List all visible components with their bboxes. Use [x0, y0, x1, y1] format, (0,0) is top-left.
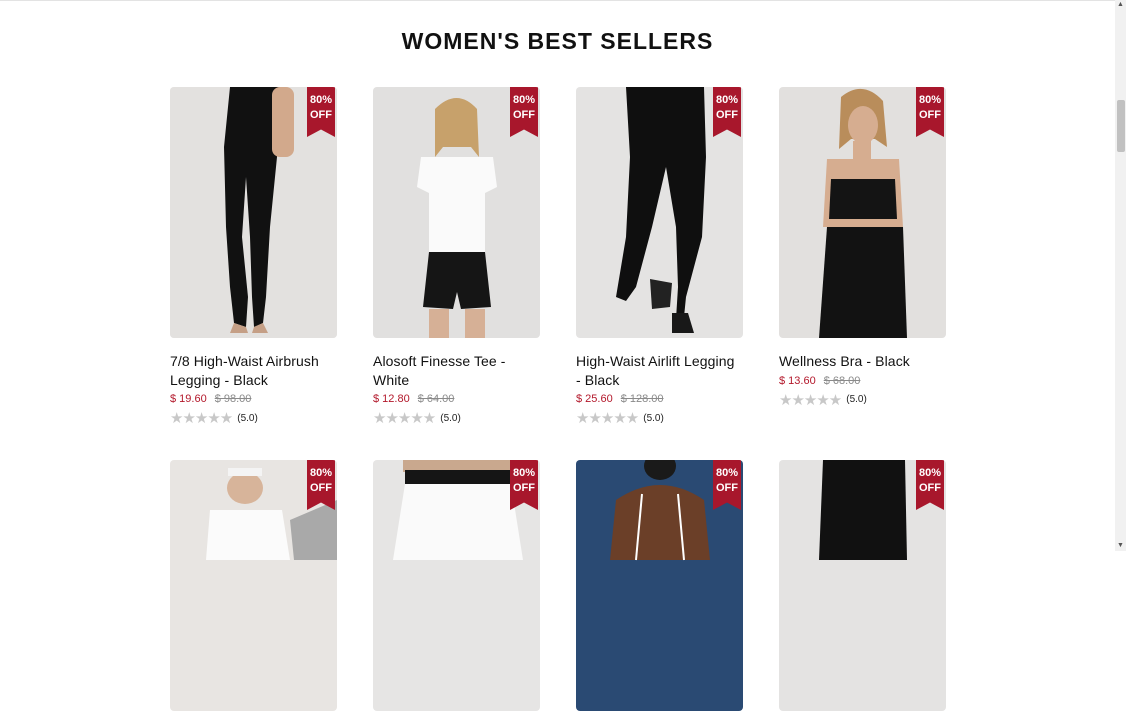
product-image[interactable]: 80% OFF [779, 87, 946, 338]
product-image[interactable]: 80% OFF [170, 460, 337, 711]
product-name[interactable]: Wellness Bra - Black [779, 352, 946, 371]
product-card[interactable]: 80% OFF [170, 460, 337, 711]
product-card[interactable]: 80% OFF [779, 460, 946, 711]
rating: ★★★★★ (5.0) [576, 410, 664, 427]
product-name[interactable]: High-Waist Airlift Legging - Black [576, 352, 743, 389]
product-card[interactable]: 80% OFF [373, 460, 540, 711]
top-divider [0, 0, 1115, 1]
product-image[interactable]: 80% OFF [576, 87, 743, 338]
product-card[interactable]: 80% OFF Alosoft Finesse Tee - White $ 12.… [373, 87, 540, 427]
original-price: $ 98.00 [214, 393, 252, 405]
arrow-up-icon[interactable]: ▲ [1115, 0, 1126, 10]
discount-badge: 80% OFF [307, 87, 335, 137]
rating: ★★★★★ (5.0) [170, 410, 258, 427]
sale-price: $ 25.60 [576, 393, 613, 405]
discount-badge: 80% OFF [916, 87, 944, 137]
scrollbar-thumb[interactable] [1117, 100, 1125, 152]
product-image[interactable]: 80% OFF [576, 460, 743, 711]
section-title: WOMEN'S BEST SELLERS [401, 28, 714, 54]
discount-badge: 80% OFF [307, 460, 335, 510]
star-icon: ★★★★★ [373, 410, 436, 427]
original-price: $ 128.00 [620, 393, 664, 405]
product-name[interactable]: 7/8 High-Waist Airbrush Legging - Black [170, 352, 337, 389]
product-card[interactable]: 80% OFF High-Waist Airlift Legging - Blac… [576, 87, 743, 427]
discount-badge: 80% OFF [713, 460, 741, 510]
star-icon: ★★★★★ [576, 410, 639, 427]
discount-badge: 80% OFF [510, 460, 538, 510]
product-card[interactable]: 80% OFF 7/8 High-Waist Airbrush Legging -… [170, 87, 337, 427]
product-card[interactable]: 80% OFF Wellness Bra - Black $ 13.60 $ 68.… [779, 87, 946, 409]
product-image[interactable]: 80% OFF [170, 87, 337, 338]
star-icon: ★★★★★ [170, 410, 233, 427]
original-price: $ 64.00 [417, 393, 455, 405]
rating: ★★★★★ (5.0) [779, 391, 867, 409]
product-card[interactable]: 80% OFF [576, 460, 743, 711]
product-image[interactable]: 80% OFF [373, 87, 540, 338]
discount-badge: 80% OFF [713, 87, 741, 137]
sale-price: $ 19.60 [170, 393, 207, 405]
product-image[interactable]: 80% OFF [373, 460, 540, 711]
discount-badge: 80% OFF [916, 460, 944, 510]
sale-price: $ 12.80 [373, 393, 410, 405]
star-icon: ★★★★★ [779, 391, 842, 409]
rating: ★★★★★ (5.0) [373, 410, 461, 427]
sale-price: $ 13.60 [779, 374, 816, 387]
product-name[interactable]: Alosoft Finesse Tee - White [373, 352, 540, 389]
original-price: $ 68.00 [823, 374, 861, 387]
discount-badge: 80% OFF [510, 87, 538, 137]
product-image[interactable]: 80% OFF [779, 460, 946, 711]
scrollbar[interactable] [1115, 0, 1126, 551]
arrow-down-icon[interactable]: ▼ [1115, 541, 1126, 551]
